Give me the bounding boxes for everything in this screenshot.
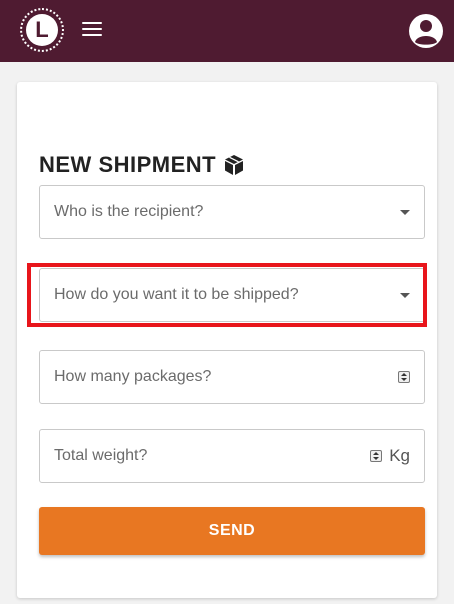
page-title-text: NEW SHIPMENT [39, 152, 217, 177]
logo-letter: L [26, 14, 58, 46]
number-stepper-icon[interactable] [398, 371, 410, 383]
send-button[interactable]: SEND [39, 507, 425, 555]
package-box-icon [225, 155, 244, 175]
new-shipment-card: NEW SHIPMENT Who is the recipient? How d… [17, 82, 437, 598]
top-app-bar: L [0, 0, 454, 62]
hamburger-menu-icon[interactable] [82, 22, 102, 38]
weight-placeholder: Total weight? [54, 447, 148, 464]
chevron-down-icon [400, 210, 410, 215]
packages-placeholder: How many packages? [54, 368, 212, 385]
number-stepper-icon[interactable] [370, 450, 382, 462]
highlight-box [27, 263, 427, 327]
logo[interactable]: L [20, 8, 64, 52]
weight-input[interactable]: Total weight? Kg [39, 429, 425, 483]
recipient-select[interactable]: Who is the recipient? [39, 185, 425, 239]
weight-unit: Kg [389, 446, 410, 465]
packages-input[interactable]: How many packages? [39, 350, 425, 404]
recipient-placeholder: Who is the recipient? [54, 203, 204, 220]
page-title: NEW SHIPMENT [39, 152, 246, 178]
user-account-icon[interactable] [408, 13, 444, 49]
